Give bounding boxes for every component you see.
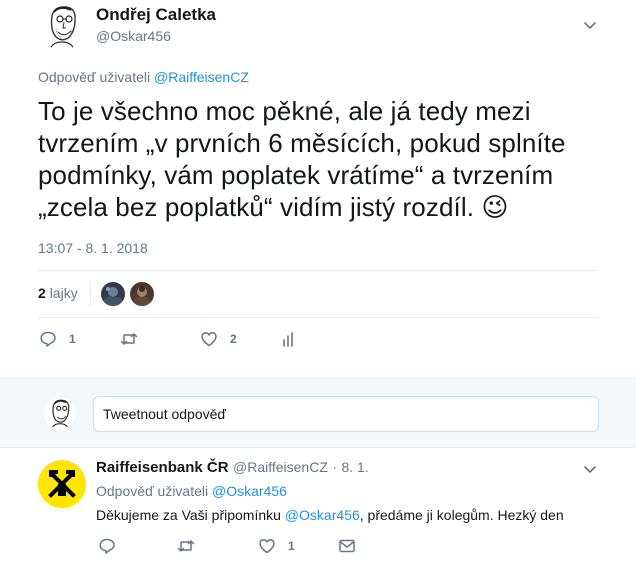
- reply-tweet-menu-chevron-icon[interactable]: [581, 460, 599, 483]
- author-avatar[interactable]: [38, 2, 86, 50]
- tweet-text-line-last: „zcela bez poplatků“ vidím jistý rozdíl.: [38, 192, 475, 222]
- reply-tweet-text: Děkujeme za Vaši připomínku @Oskar456, p…: [96, 507, 564, 523]
- reply-to-prefix: Odpověď uživateli: [96, 483, 209, 499]
- analytics-icon: [283, 332, 293, 347]
- reply-text-before: Děkujeme za Vaši připomínku: [96, 507, 285, 523]
- reply-text-mention-link[interactable]: @Oskar456: [285, 507, 360, 523]
- reply-tweet-reply-to-line: Odpověď uživateli @Oskar456: [96, 483, 287, 499]
- current-user-avatar: [44, 397, 76, 429]
- reply-tweet-retweet-action[interactable]: [177, 537, 207, 555]
- wink-emoji: 😉: [481, 192, 509, 222]
- tweet-menu-chevron-icon[interactable]: [581, 16, 599, 39]
- reply-to-prefix: Odpověď uživateli: [38, 69, 151, 85]
- tweet-timestamp[interactable]: 13:07 - 8. 1. 2018: [38, 240, 148, 256]
- stat-separator: [90, 282, 91, 306]
- raiffeisen-avatar[interactable]: [38, 460, 86, 508]
- header-separator: ·: [332, 459, 338, 475]
- author-name[interactable]: Ondřej Caletka: [96, 5, 216, 25]
- reply-icon: [40, 331, 56, 347]
- reply-text-after: , předáme ji kolegům. Hezký den: [359, 507, 564, 523]
- reply-author-handle[interactable]: @RaiffeisenCZ: [233, 459, 328, 475]
- divider: [38, 317, 598, 318]
- raiffeisen-logo-icon: [38, 460, 86, 508]
- likes-stat[interactable]: 2 lajky: [38, 285, 78, 301]
- retweet-icon: [177, 540, 195, 552]
- like-count: 2: [230, 332, 237, 346]
- retweet-action[interactable]: [120, 330, 150, 348]
- reply-action[interactable]: 1: [39, 330, 76, 348]
- reply-to-mention-link[interactable]: @Oskar456: [212, 483, 287, 499]
- reply-input[interactable]: Tweetnout odpověď: [93, 396, 599, 432]
- analytics-action[interactable]: [280, 330, 298, 348]
- tweet-text-line: podmínky, vám poplatek vrátíme“ a tvrzen…: [38, 160, 554, 190]
- caricature-avatar-image: [38, 2, 86, 50]
- envelope-icon: [339, 539, 355, 553]
- reply-tweet-like-action[interactable]: 1: [258, 537, 295, 555]
- reply-tweet-reply-action[interactable]: [98, 537, 128, 555]
- tweet-text-line: To je všechno moc pěkné, ale já tedy mez…: [38, 96, 531, 126]
- like-count: 1: [288, 539, 295, 553]
- reply-tweet-dm-action[interactable]: [338, 537, 356, 555]
- reply-to-line: Odpověď uživateli @RaiffeisenCZ: [38, 69, 249, 85]
- likes-label: lajky: [49, 285, 78, 301]
- divider: [38, 270, 598, 271]
- retweet-icon: [120, 333, 138, 345]
- liker-avatar[interactable]: [130, 282, 154, 306]
- heart-icon: [259, 539, 275, 554]
- tweet-text-line: „zcela bez poplatků“ vidím jistý rozdíl.…: [38, 191, 618, 223]
- author-handle[interactable]: @Oskar456: [96, 28, 171, 44]
- reply-count: 1: [69, 332, 76, 346]
- reply-to-mention-link[interactable]: @RaiffeisenCZ: [154, 69, 249, 85]
- like-action[interactable]: 2: [200, 330, 237, 348]
- reply-tweet-header: Raiffeisenbank ČR @RaiffeisenCZ · 8. 1.: [96, 459, 369, 477]
- reply-icon: [99, 538, 115, 554]
- reply-date[interactable]: 8. 1.: [341, 459, 368, 475]
- heart-icon: [201, 332, 217, 347]
- likes-count: 2: [38, 285, 46, 301]
- reply-author-name[interactable]: Raiffeisenbank ČR: [96, 459, 229, 476]
- tweet-text-line: tvrzením „v prvních 6 měsících, pokud sp…: [38, 128, 566, 158]
- tweet-text: To je všechno moc pěkné, ale já tedy mez…: [38, 95, 618, 223]
- liker-avatar[interactable]: [101, 282, 125, 306]
